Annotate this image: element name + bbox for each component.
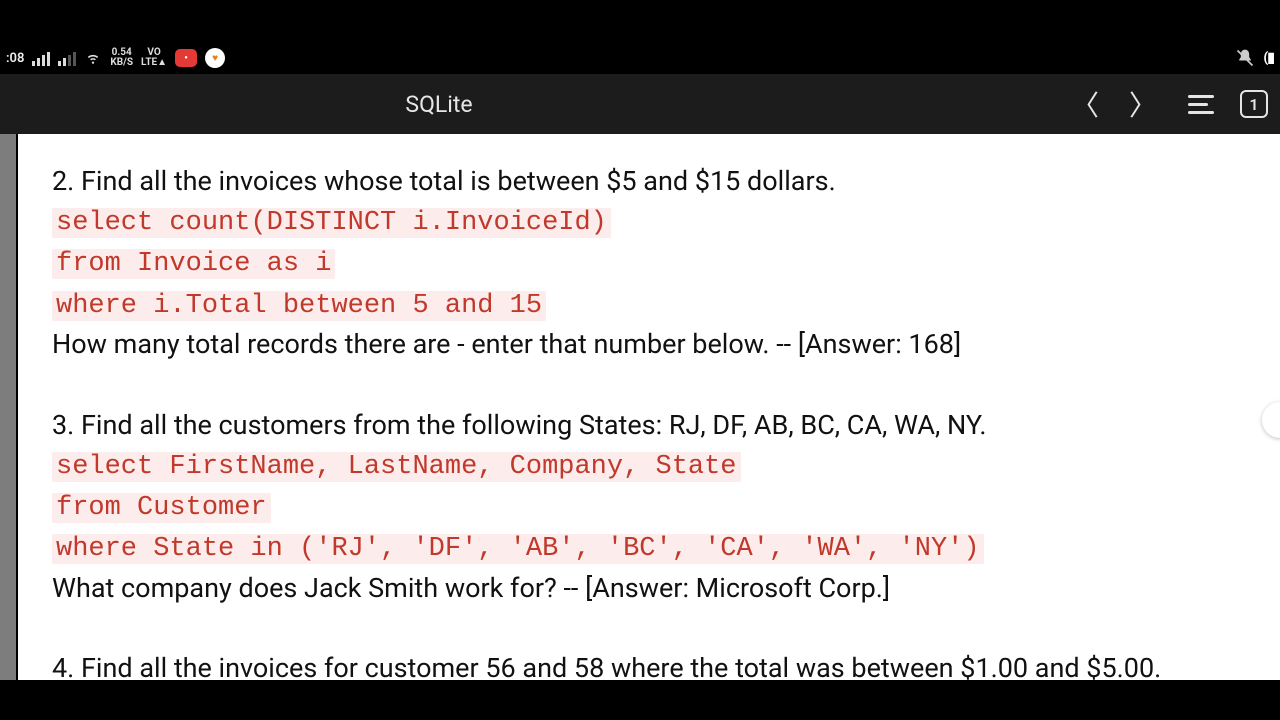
- menu-button[interactable]: [1182, 85, 1220, 123]
- q2-code-line-3: where i.Total between 5 and 15: [52, 291, 546, 321]
- q3-code-line-3: where State in ('RJ', 'DF', 'AB', 'BC', …: [52, 534, 984, 564]
- lte-text: LTE▲: [141, 58, 167, 68]
- content-viewport[interactable]: 2. Find all the invoices whose total is …: [0, 134, 1280, 680]
- q3-prompt: 3. Find all the customers from the follo…: [52, 406, 1248, 445]
- menu-icon: [1188, 95, 1214, 114]
- q4-prompt: 4. Find all the invoices for customer 56…: [52, 649, 1248, 680]
- forward-button[interactable]: 〉: [1124, 85, 1162, 123]
- left-edge: [0, 134, 16, 680]
- signal-bars-2: [58, 50, 76, 66]
- notification-icon: ♥: [205, 48, 225, 68]
- mute-icon: [1235, 48, 1255, 68]
- bezel-top: [0, 0, 1280, 42]
- q2-answer: How many total records there are - enter…: [52, 325, 1248, 364]
- question-3: 3. Find all the customers from the follo…: [52, 406, 1248, 608]
- q2-code-line-2: from Invoice as i: [52, 249, 335, 279]
- question-4: 4. Find all the invoices for customer 56…: [52, 649, 1248, 680]
- signal-bars-1: [32, 50, 50, 66]
- network-speed: 0.54 KB/S: [110, 48, 133, 68]
- wifi-icon: [84, 51, 102, 65]
- status-bar: :08 0.54 KB/S VO LTE▲ • ♥ (▮: [0, 42, 1280, 74]
- tabs-count: 1: [1249, 95, 1258, 114]
- browser-toolbar: SQLite 〈 〉 1: [0, 74, 1280, 134]
- network-type: VO LTE▲: [141, 48, 167, 68]
- status-left: :08 0.54 KB/S VO LTE▲ • ♥: [6, 48, 225, 68]
- q3-answer: What company does Jack Smith work for? -…: [52, 569, 1248, 608]
- bezel-bottom: [0, 680, 1280, 720]
- kbs-unit: KB/S: [110, 58, 133, 68]
- question-2: 2. Find all the invoices whose total is …: [52, 162, 1248, 364]
- battery-icon: (▮: [1263, 50, 1274, 66]
- q2-code-line-1: select count(DISTINCT i.InvoiceId): [52, 208, 611, 238]
- q3-code-line-1: select FirstName, LastName, Company, Sta…: [52, 452, 741, 482]
- tabs-button[interactable]: 1: [1240, 90, 1268, 118]
- status-right: (▮: [1235, 48, 1274, 68]
- clock-text: :08: [6, 51, 24, 66]
- q3-code-line-2: from Customer: [52, 493, 271, 523]
- q2-prompt: 2. Find all the invoices whose total is …: [52, 162, 1248, 201]
- page-title: SQLite: [12, 91, 1046, 118]
- back-button[interactable]: 〈: [1066, 85, 1104, 123]
- record-icon: •: [175, 49, 197, 67]
- page-content[interactable]: 2. Find all the invoices whose total is …: [18, 134, 1280, 680]
